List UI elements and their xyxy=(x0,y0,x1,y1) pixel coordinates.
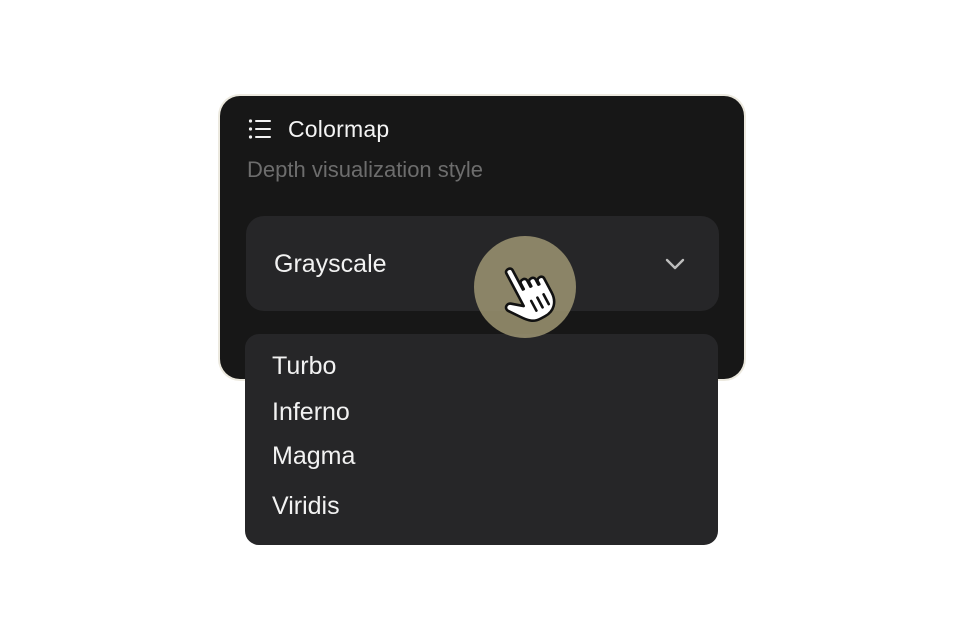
option-viridis[interactable]: Viridis xyxy=(272,492,340,521)
panel-subtitle: Depth visualization style xyxy=(247,157,484,182)
option-turbo[interactable]: Turbo xyxy=(272,352,336,381)
hand-pointer-icon xyxy=(504,267,556,323)
colormap-dropdown-menu: Turbo Inferno Magma Viridis xyxy=(245,334,718,545)
panel-header: Colormap xyxy=(248,116,389,142)
stage: Colormap Depth visualization style Grays… xyxy=(0,0,964,643)
list-icon xyxy=(248,119,271,139)
option-inferno[interactable]: Inferno xyxy=(272,398,350,427)
select-value: Grayscale xyxy=(274,250,387,278)
option-magma[interactable]: Magma xyxy=(272,442,355,471)
panel-title: Colormap xyxy=(288,115,390,142)
chevron-down-icon xyxy=(665,258,685,270)
